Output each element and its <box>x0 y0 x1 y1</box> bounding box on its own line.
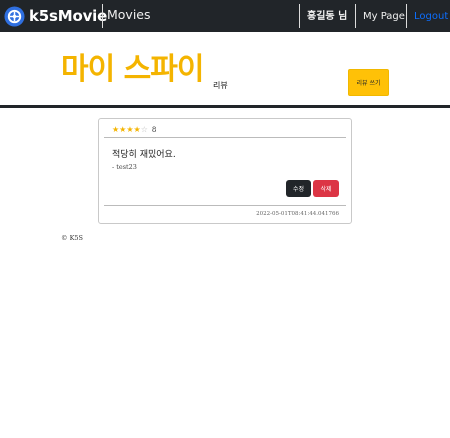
delete-review-button[interactable]: 삭제 <box>313 180 339 197</box>
header-divider <box>0 105 450 108</box>
nav-divider <box>299 4 300 28</box>
rating-row: ★ ★ ★ ★ ☆ 8 <box>112 125 156 135</box>
review-author: - test23 <box>112 163 137 171</box>
write-review-button[interactable]: 리뷰 쓰기 <box>348 69 389 96</box>
review-text: 적당히 재밌어요. <box>112 150 176 160</box>
star-empty-icon: ☆ <box>140 125 148 134</box>
star-filled-icon: ★ <box>126 125 134 134</box>
rating-value: 8 <box>151 126 157 134</box>
footer-copyright: © K5S <box>61 234 84 242</box>
card-divider <box>104 137 346 138</box>
nav-divider <box>406 4 407 28</box>
nav-movies-link[interactable]: Movies <box>107 8 151 22</box>
nav-logout-link[interactable]: Logout <box>414 10 448 24</box>
nav-divider <box>355 4 356 28</box>
review-date: 2022-05-01T08:41:44.041766 <box>256 211 339 217</box>
star-filled-icon: ★ <box>112 125 120 134</box>
nav-mypage-link[interactable]: My Page <box>363 10 405 24</box>
edit-review-button[interactable]: 수정 <box>286 180 311 197</box>
brand-name: k5sMovie <box>29 7 108 25</box>
review-section-label: 리뷰 <box>213 81 228 90</box>
movie-title: 마이 스파이 <box>61 52 204 87</box>
star-filled-icon: ★ <box>133 125 141 134</box>
top-navbar: k5sMovie Movies 홍길동 님 My Page Logout <box>0 0 450 32</box>
user-greeting: 홍길동 님 <box>307 11 348 22</box>
review-card: ★ ★ ★ ★ ☆ 8 적당히 재밌어요. - test23 수정 삭제 202… <box>98 118 352 224</box>
card-divider <box>104 205 346 206</box>
brand-link[interactable]: k5sMovie <box>4 5 107 27</box>
star-filled-icon: ★ <box>119 125 127 134</box>
brand-logo-icon <box>4 5 25 27</box>
nav-divider <box>102 4 103 28</box>
